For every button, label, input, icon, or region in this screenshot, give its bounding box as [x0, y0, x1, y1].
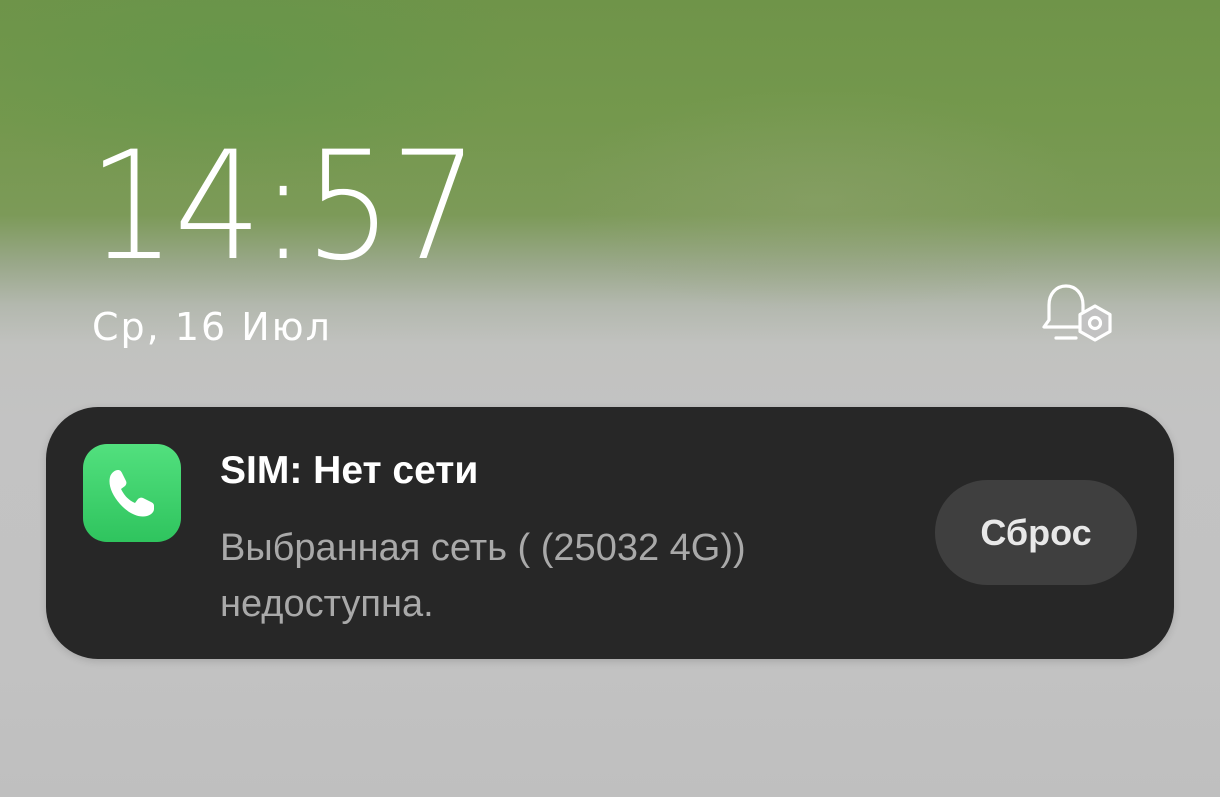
- reset-button[interactable]: Сброс: [935, 480, 1137, 585]
- phone-icon: [83, 444, 181, 542]
- clock-date: Ср, 16 Июл: [92, 305, 332, 349]
- clock-time: 14:57: [88, 120, 478, 294]
- notification-body-line: недоступна.: [220, 583, 434, 625]
- notification-card[interactable]: SIM: Нет сети Выбранная сеть ( (25032 4G…: [46, 407, 1174, 659]
- bell-settings-icon[interactable]: [1036, 280, 1120, 352]
- notification-body-line: Выбранная сеть ( (25032 4G)): [220, 527, 746, 569]
- notification-body: Выбранная сеть ( (25032 4G)) недоступна.: [220, 520, 920, 632]
- notification-title: SIM: Нет сети: [220, 449, 479, 492]
